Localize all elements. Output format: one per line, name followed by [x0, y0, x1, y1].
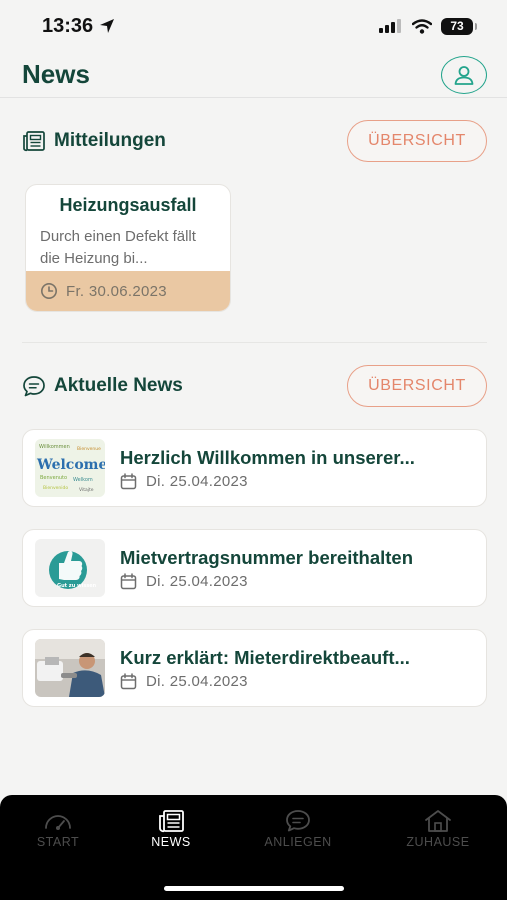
- news-item[interactable]: Willkommen Bienvenue Welcome Benvenuto W…: [22, 429, 487, 507]
- chat-bubble-icon: [23, 376, 45, 397]
- tab-zuhause-label: ZUHAUSE: [406, 835, 470, 849]
- message-card-body: Durch einen Defekt fällt die Heizung bi.…: [40, 228, 196, 267]
- cellular-signal-icon: [379, 19, 401, 33]
- newspaper-icon: [23, 131, 45, 152]
- plumber-thumbnail: [35, 639, 105, 697]
- svg-text:Vitajte: Vitajte: [79, 487, 94, 493]
- news-item-title: Herzlich Willkommen in unserer...: [120, 446, 415, 468]
- battery-level: 73: [450, 19, 464, 33]
- svg-text:Welcome: Welcome: [36, 457, 105, 473]
- battery-indicator: 73: [441, 17, 477, 35]
- tab-zuhause[interactable]: ZUHAUSE: [383, 809, 493, 849]
- svg-text:Bienvenue: Bienvenue: [77, 446, 101, 452]
- news-section-title: Aktuelle News: [22, 375, 183, 397]
- news-item[interactable]: Gut zu wissen Mietvertragsnummer bereith…: [22, 529, 487, 607]
- thumbnail-text: Gut zu wissen: [57, 583, 97, 589]
- newspaper-icon: [159, 810, 184, 833]
- tab-anliegen-label: ANLIEGEN: [264, 835, 332, 849]
- profile-button[interactable]: [441, 55, 487, 94]
- tab-start[interactable]: START: [3, 809, 113, 849]
- message-card-footer: Fr. 30.06.2023: [26, 271, 230, 311]
- message-card-date: Fr. 30.06.2023: [66, 282, 167, 300]
- tab-anliegen[interactable]: ANLIEGEN: [243, 809, 353, 849]
- status-bar: 13:36 73: [0, 0, 507, 52]
- wifi-icon: [412, 18, 432, 34]
- news-item-date-row: Di. 25.04.2023: [120, 573, 475, 590]
- messages-section-title: Mitteilungen: [22, 130, 166, 152]
- thumbs-up-thumbnail: Gut zu wissen: [35, 539, 105, 597]
- tab-news-label: NEWS: [151, 835, 191, 849]
- status-time: 13:36: [42, 15, 115, 38]
- messages-overview-button[interactable]: ÜBERSICHT: [347, 120, 487, 162]
- home-indicator[interactable]: [164, 886, 344, 891]
- news-item-date: Di. 25.04.2023: [146, 672, 248, 690]
- calendar-icon: [120, 472, 137, 489]
- news-item[interactable]: Kurz erklärt: Mieterdirektbeauft... Di. …: [22, 629, 487, 707]
- svg-text:Welkom: Welkom: [73, 477, 93, 483]
- user-icon: [454, 65, 474, 85]
- news-overview-button[interactable]: ÜBERSICHT: [347, 365, 487, 407]
- house-icon: [425, 810, 451, 832]
- news-item-title: Mietvertragsnummer bereithalten: [120, 546, 414, 568]
- news-item-title: Kurz erklärt: Mieterdirektbeauft...: [120, 646, 410, 668]
- calendar-icon: [120, 672, 137, 689]
- news-item-date-row: Di. 25.04.2023: [120, 673, 475, 690]
- page-title: News: [22, 59, 90, 89]
- status-time-text: 13:36: [42, 14, 94, 37]
- svg-text:Benvenuto: Benvenuto: [40, 475, 67, 481]
- location-arrow-icon: [100, 19, 115, 33]
- calendar-icon: [120, 572, 137, 589]
- app-header: News: [0, 52, 507, 98]
- tab-start-label: START: [36, 835, 80, 849]
- message-card-title: Heizungsausfall: [59, 195, 197, 215]
- message-card[interactable]: Heizungsausfall Durch einen Defekt fällt…: [25, 184, 231, 312]
- news-item-date: Di. 25.04.2023: [146, 572, 248, 590]
- chat-bubble-icon: [286, 810, 310, 832]
- news-item-date-row: Di. 25.04.2023: [120, 473, 475, 490]
- news-section-label: Aktuelle News: [54, 375, 183, 396]
- svg-text:Willkommen: Willkommen: [39, 444, 70, 450]
- news-item-date: Di. 25.04.2023: [146, 472, 248, 490]
- welcome-thumbnail: Willkommen Bienvenue Welcome Benvenuto W…: [35, 439, 105, 497]
- gauge-icon: [45, 815, 71, 830]
- messages-section-header: Mitteilungen ÜBERSICHT: [22, 119, 487, 163]
- news-section-header: Aktuelle News ÜBERSICHT: [22, 364, 487, 408]
- tab-news[interactable]: NEWS: [116, 809, 226, 849]
- svg-text:Bienvenido: Bienvenido: [43, 485, 68, 491]
- bottom-tab-bar: START NEWS ANLIEGEN ZUHAUSE: [0, 795, 507, 900]
- messages-section-label: Mitteilungen: [54, 130, 166, 151]
- section-divider: [22, 342, 487, 343]
- clock-icon: [41, 283, 57, 299]
